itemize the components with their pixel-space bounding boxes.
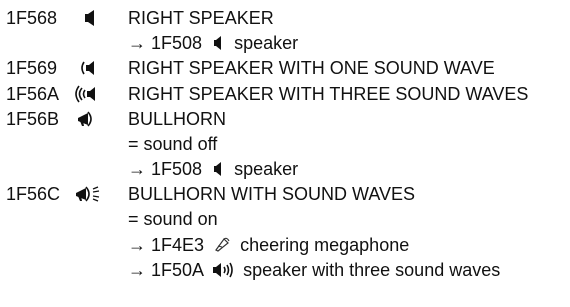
alias-sign: =	[128, 134, 139, 154]
speaker-icon	[214, 36, 222, 50]
xref-text: cheering megaphone	[240, 235, 410, 255]
xref-line: → 1F4E3 cheering megaphone	[0, 235, 570, 259]
right-speaker-icon	[85, 10, 94, 26]
entry-name: BULLHORN	[128, 109, 227, 129]
alias-line: = sound on	[0, 209, 570, 233]
cropped-heading	[0, 0, 570, 6]
entry-1f56a: 1F56A RIGHT SPEAKER WITH THREE SOUND WAV…	[0, 84, 570, 108]
xref-line: → 1F50A speaker with three sound waves	[0, 260, 570, 284]
xref-line: → 1F508 speaker	[0, 33, 570, 57]
xref-text: speaker	[234, 33, 299, 53]
xref-code: 1F508	[151, 159, 203, 179]
right-speaker-one-wave-icon	[81, 61, 94, 75]
speaker-icon	[214, 162, 222, 176]
xref-arrow: →	[128, 260, 146, 280]
bullhorn-sound-waves-icon	[76, 186, 100, 202]
entry-name: RIGHT SPEAKER WITH THREE SOUND WAVES	[128, 84, 529, 104]
entry-1f56c: 1F56C BULLHORN WITH SOUND WAVES	[0, 184, 570, 208]
entry-code: 1F568	[6, 8, 58, 28]
alias-text: sound on	[143, 209, 218, 229]
entry-name: RIGHT SPEAKER	[128, 8, 274, 28]
xref-arrow: →	[128, 159, 146, 179]
xref-line: → 1F508 speaker	[0, 159, 570, 183]
unicode-chart-page: 1F568 RIGHT SPEAKER → 1F508 speaker 1F56…	[0, 0, 570, 307]
xref-code: 1F50A	[151, 260, 204, 280]
entry-code: 1F56C	[6, 184, 61, 204]
entry-1f56b: 1F56B BULLHORN	[0, 109, 570, 133]
right-speaker-three-waves-icon	[75, 85, 95, 103]
xref-text: speaker with three sound waves	[243, 260, 501, 280]
entry-1f568: 1F568 RIGHT SPEAKER	[0, 8, 570, 32]
alias-text: sound off	[143, 134, 218, 154]
entry-1f569: 1F569 RIGHT SPEAKER WITH ONE SOUND WAVE	[0, 58, 570, 82]
entry-code: 1F56B	[6, 109, 60, 129]
alias-line: = sound off	[0, 134, 570, 158]
xref-text: speaker	[234, 159, 299, 179]
entry-name: BULLHORN WITH SOUND WAVES	[128, 184, 416, 204]
xref-code: 1F508	[151, 33, 203, 53]
alias-sign: =	[128, 209, 139, 229]
entry-name: RIGHT SPEAKER WITH ONE SOUND WAVE	[128, 58, 495, 78]
bullhorn-icon	[78, 111, 92, 127]
xref-code: 1F4E3	[151, 235, 205, 255]
speaker-three-waves-icon	[213, 262, 233, 278]
xref-arrow: →	[128, 33, 146, 53]
cheering-megaphone-icon	[215, 237, 230, 252]
entry-code: 1F56A	[6, 84, 60, 104]
entry-code: 1F569	[6, 58, 58, 78]
xref-arrow: →	[128, 235, 146, 255]
